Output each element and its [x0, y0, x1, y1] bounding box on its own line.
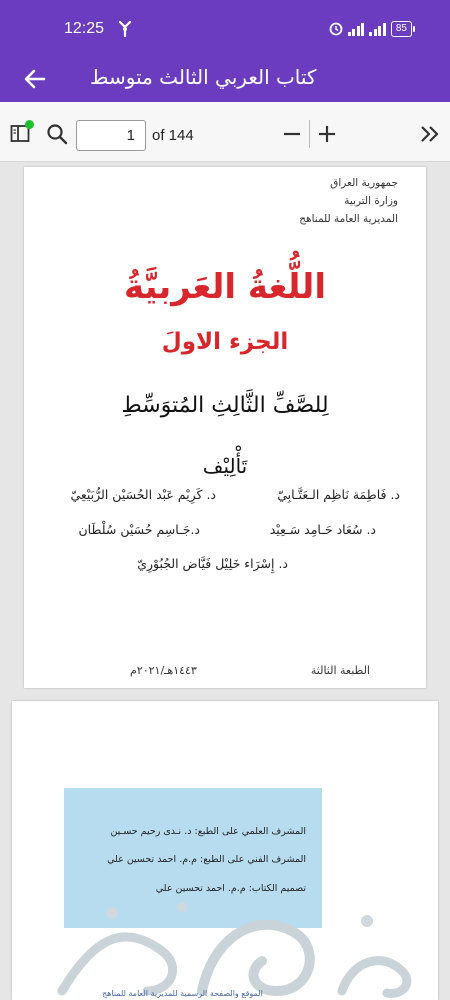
app-bar: كتاب العربي الثالث متوسط — [0, 56, 450, 102]
signal-icon — [347, 22, 365, 36]
plus-icon[interactable] — [317, 124, 337, 144]
author-5: د. إِسْرَاء خَلِيْل فَيَّاض الجُبُوْرِيّ — [137, 556, 288, 571]
author-3: د. سُعَاد حَـامِد سَـعِيْد — [269, 522, 376, 537]
credit-book-design: تصميم الكتاب: م.م. احمد تحسين علي — [155, 883, 306, 894]
status-bar: 12:25 85 — [0, 0, 450, 56]
footer-note: الموقع والصفحة الرسمية للمديرية العامة ل… — [102, 989, 263, 998]
publication-year: ١٤٤٣هـ/٢٠٢١م — [130, 664, 197, 677]
ministry-line-2: وزارة التربية — [344, 195, 398, 207]
app-title: كتاب العربي الثالث متوسط — [90, 65, 317, 89]
page-count: of 144 — [152, 127, 194, 144]
toolbar-divider — [309, 120, 310, 148]
author-2: د. كَرِيْم عَبْد الحُسَيْن الرُّبَيْعِيّ — [70, 487, 216, 502]
pdf-toolbar: of 144 — [0, 102, 450, 162]
book-grade: لِلصَّفِّ الثَّالِثِ المُتوَسِّطِ — [121, 393, 329, 418]
watermark-logo — [57, 902, 412, 998]
alarm-icon — [329, 22, 343, 36]
book-part: الجزء الاولَ — [161, 329, 289, 355]
book-title: اللُّغةُ العَربيَّةُ — [124, 267, 326, 307]
author-4: د.جَـاسِم حُسَيْن سُلْطَان — [78, 522, 201, 537]
signal-icon-2 — [369, 22, 386, 36]
pdf-page-2[interactable]: المشرف العلمي على الطبع: د. نـدى رحيم حس… — [12, 701, 438, 1000]
edition-label: الطبعة الثالثة — [310, 664, 370, 677]
authorship-label: تَأْلِيْف — [202, 454, 248, 478]
ministry-line-1: جمهورية العراق — [330, 177, 398, 189]
status-icons: 85 — [329, 21, 416, 37]
ministry-line-3: المديرية العامة للمناهج — [299, 213, 398, 225]
author-1: د. فَاطِمَة نَاظِم الـعَتَّـابِيّ — [277, 487, 400, 502]
pdf-page-1[interactable]: جمهورية العراق وزارة التربية المديرية ال… — [24, 167, 426, 688]
search-icon[interactable] — [46, 123, 68, 145]
credit-technical-supervisor: المشرف الفني على الطبع: م.م. احمد تحسين … — [107, 854, 306, 865]
back-arrow-icon[interactable] — [22, 66, 48, 92]
battery-indicator: 85 — [390, 21, 416, 37]
page-number-input[interactable] — [76, 120, 146, 151]
credit-scientific-supervisor: المشرف العلمي على الطبع: د. نـدى رحيم حس… — [110, 826, 306, 837]
status-time: 12:25 — [64, 20, 105, 37]
fan-icon — [118, 21, 132, 37]
minus-icon[interactable] — [282, 124, 302, 144]
double-chevron-icon[interactable] — [419, 124, 441, 144]
status-dot — [25, 120, 34, 129]
